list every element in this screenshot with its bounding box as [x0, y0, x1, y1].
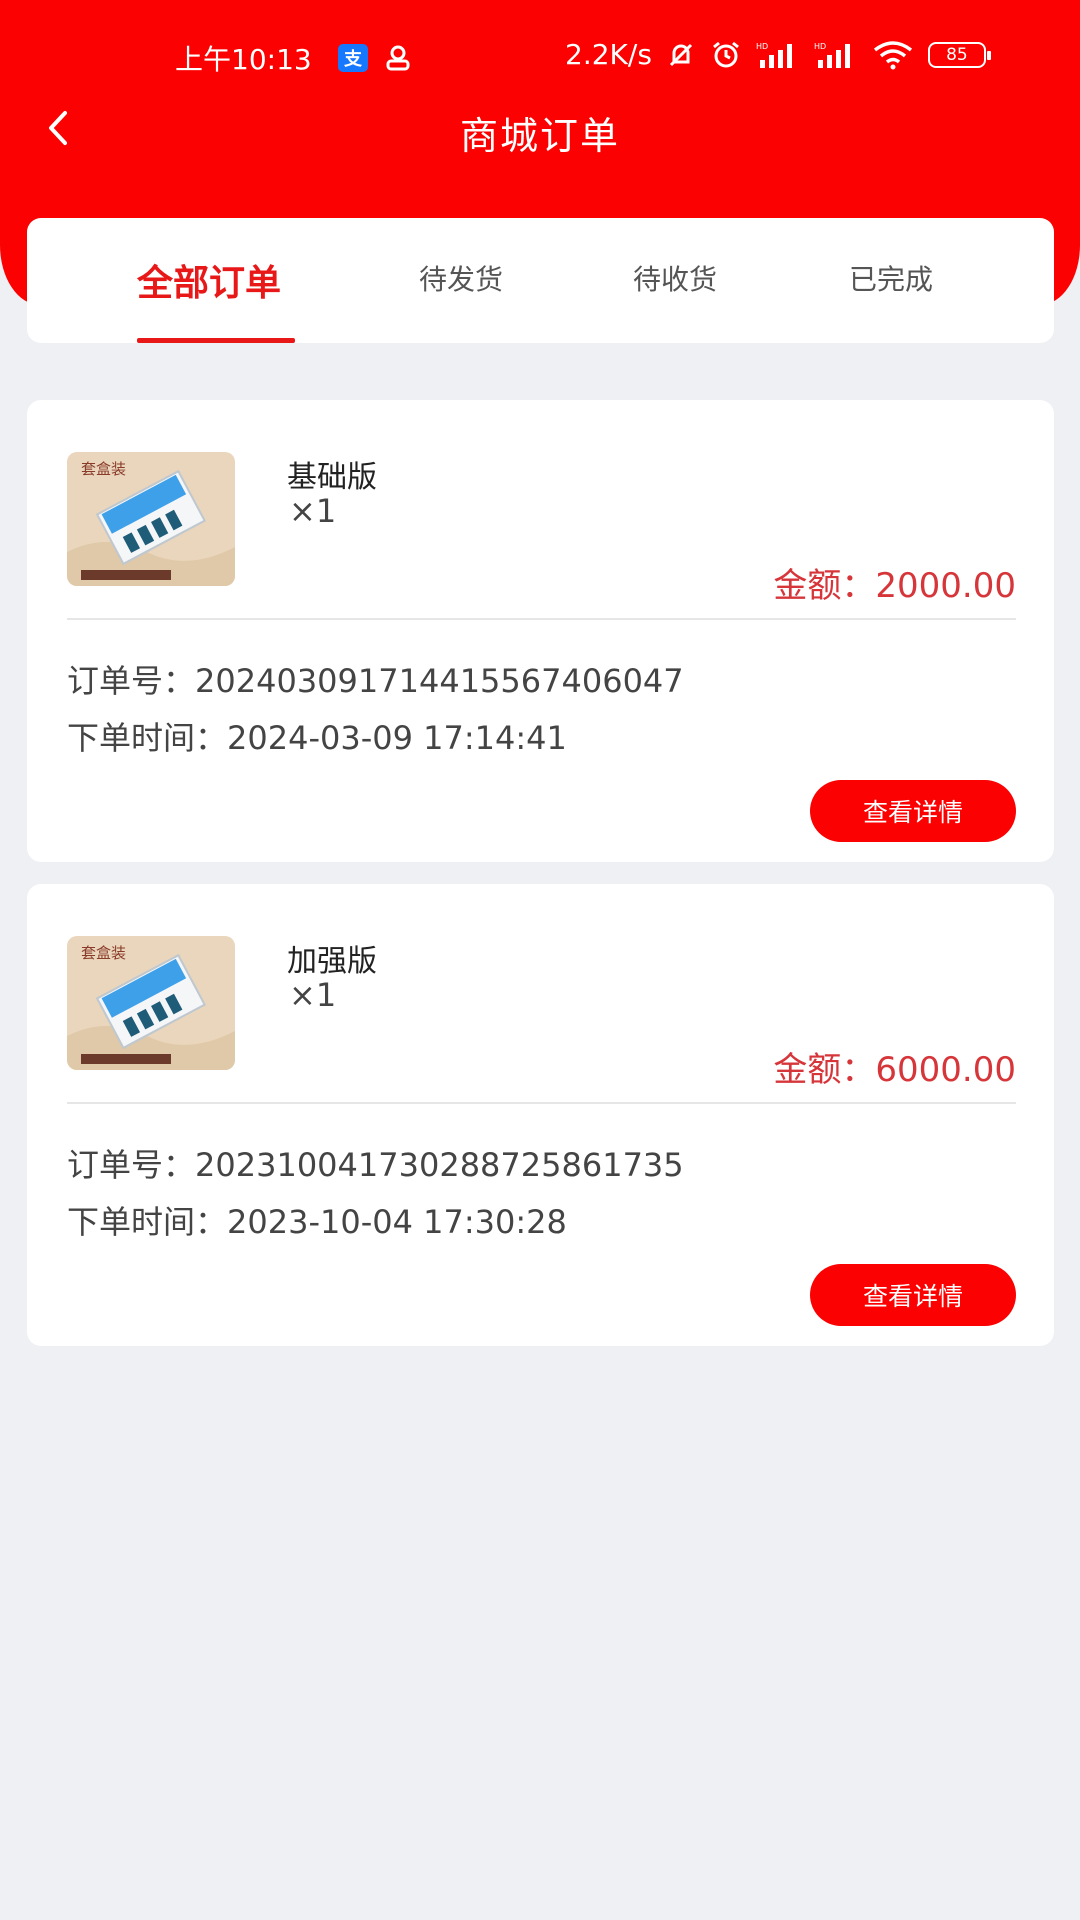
order-number: 订单号：202403091714415567406047 [67, 656, 684, 702]
active-tab-indicator [137, 338, 295, 343]
order-number: 订单号：202310041730288725861735 [67, 1140, 684, 1186]
product-image-label: 套盒装 [81, 460, 126, 478]
bell-off-icon [666, 39, 696, 71]
svg-text:HD: HD [756, 42, 768, 51]
wifi-icon [872, 39, 914, 71]
amount-label: 金额： [773, 566, 876, 606]
product-image-label: 套盒装 [81, 944, 126, 962]
order-card: 套盒装 加强版 ×1 金额：6000.00 订单号：20231004173028… [27, 884, 1054, 1346]
product-name: 加强版 [287, 944, 377, 979]
product-image: 套盒装 [67, 452, 235, 586]
order-time: 下单时间：2023-10-04 17:30:28 [67, 1197, 567, 1243]
nav-bar: 商城订单 [0, 95, 1080, 165]
order-number-value: 202403091714415567406047 [195, 662, 684, 700]
product-image: 套盒装 [67, 936, 235, 1070]
product-quantity: ×1 [289, 976, 337, 1014]
divider [67, 618, 1016, 620]
product-name: 基础版 [287, 460, 377, 495]
order-amount: 金额：2000.00 [773, 558, 1016, 607]
amount-value: 6000.00 [875, 1050, 1016, 1090]
order-number-label: 订单号： [67, 1146, 196, 1184]
battery-icon: 85 [927, 41, 991, 68]
order-time: 下单时间：2024-03-09 17:14:41 [67, 713, 567, 759]
signal-icon: HD [756, 39, 800, 71]
order-time-value: 2023-10-04 17:30:28 [227, 1203, 567, 1241]
view-details-button[interactable]: 查看详情 [810, 1264, 1016, 1326]
status-bar: 上午10:13 支 2.2K/s HD HD 85 [0, 30, 1080, 86]
order-amount: 金额：6000.00 [773, 1042, 1016, 1091]
notification-app-icon [383, 44, 413, 72]
alarm-icon [710, 39, 742, 71]
signal-icon-2: HD [814, 39, 858, 71]
order-time-label: 下单时间： [67, 1203, 228, 1241]
order-time-value: 2024-03-09 17:14:41 [227, 719, 567, 757]
network-speed: 2.2K/s [565, 38, 652, 71]
status-right-group: 2.2K/s HD HD 85 [565, 38, 991, 71]
view-details-button[interactable]: 查看详情 [810, 780, 1016, 842]
divider [67, 1102, 1016, 1104]
tab-all-orders[interactable]: 全部订单 [137, 254, 281, 306]
status-time: 上午10:13 [175, 43, 312, 76]
order-time-label: 下单时间： [67, 719, 228, 757]
amount-label: 金额： [773, 1050, 876, 1090]
page-title: 商城订单 [459, 114, 620, 158]
order-number-label: 订单号： [67, 662, 196, 700]
order-tabs: 全部订单 待发货 待收货 已完成 [27, 218, 1054, 343]
svg-text:HD: HD [814, 42, 826, 51]
amount-value: 2000.00 [875, 566, 1016, 606]
alipay-icon: 支 [338, 44, 368, 72]
product-quantity: ×1 [289, 492, 337, 530]
tab-completed[interactable]: 已完成 [849, 258, 933, 298]
order-card: 套盒装 基础版 ×1 金额：2000.00 订单号：20240309171441… [27, 400, 1054, 862]
tab-pending-receipt[interactable]: 待收货 [633, 258, 717, 298]
tab-pending-shipment[interactable]: 待发货 [419, 258, 503, 298]
order-number-value: 202310041730288725861735 [195, 1146, 684, 1184]
